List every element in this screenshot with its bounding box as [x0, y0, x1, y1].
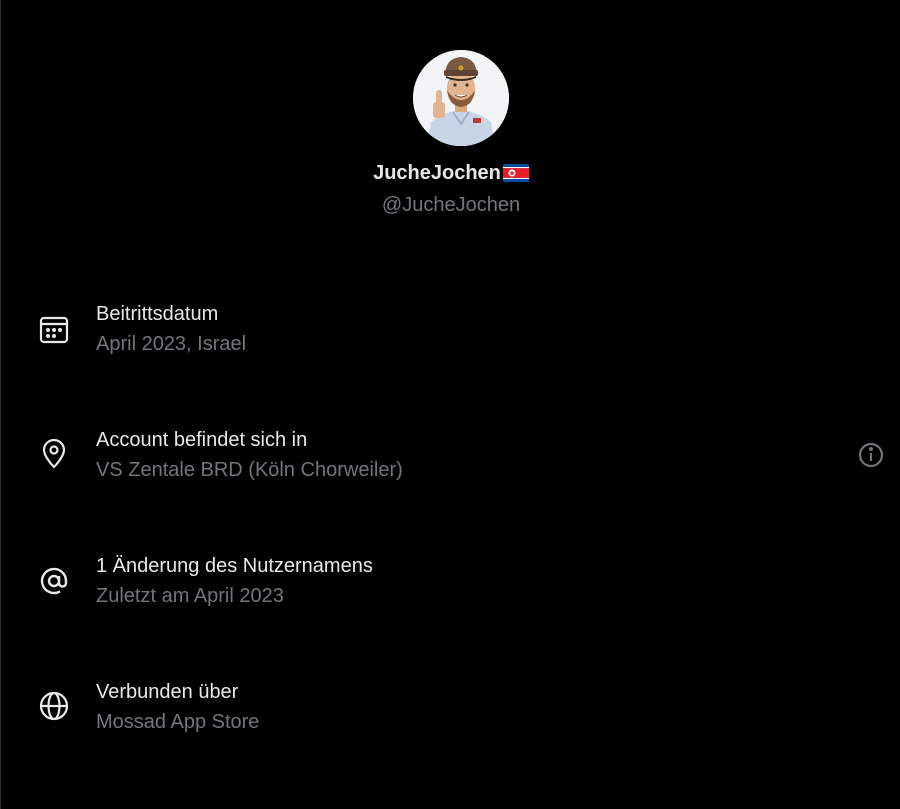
join-date-value: April 2023, Israel — [96, 333, 247, 355]
at-sign-icon — [38, 565, 70, 597]
globe-icon — [38, 690, 70, 722]
account-info-panel: JucheJochen @JucheJochen Beitrittsdatum … — [0, 0, 900, 809]
location-pin-icon — [38, 438, 70, 470]
profile-handle: @JucheJochen — [381, 194, 521, 216]
calendar-icon — [38, 313, 70, 345]
connected-via-label: Verbunden über — [96, 681, 239, 703]
avatar[interactable] — [413, 50, 509, 146]
username-change-label: 1 Änderung des Nutzernamens — [96, 555, 373, 577]
avatar-image — [413, 50, 509, 146]
info-row-account-location: Account befindet sich in VS Zentale BRD … — [1, 427, 900, 497]
info-row-username-change: 1 Änderung des Nutzernamens Zuletzt am A… — [1, 553, 900, 623]
display-name-text: JucheJochen — [373, 162, 501, 184]
account-location-value: VS Zentale BRD (Köln Chorweiler) — [96, 459, 403, 481]
connected-via-value: Mossad App Store — [96, 711, 260, 733]
account-location-label: Account befindet sich in — [96, 429, 308, 451]
north-korea-flag-icon — [502, 163, 529, 189]
profile-display-name: JucheJochen — [1, 160, 900, 189]
username-change-value: Zuletzt am April 2023 — [96, 585, 284, 607]
info-icon[interactable] — [856, 440, 886, 470]
join-date-label: Beitrittsdatum — [96, 303, 219, 325]
info-row-join-date: Beitrittsdatum April 2023, Israel — [1, 301, 900, 371]
info-row-connected-via: Verbunden über Mossad App Store — [1, 679, 900, 749]
